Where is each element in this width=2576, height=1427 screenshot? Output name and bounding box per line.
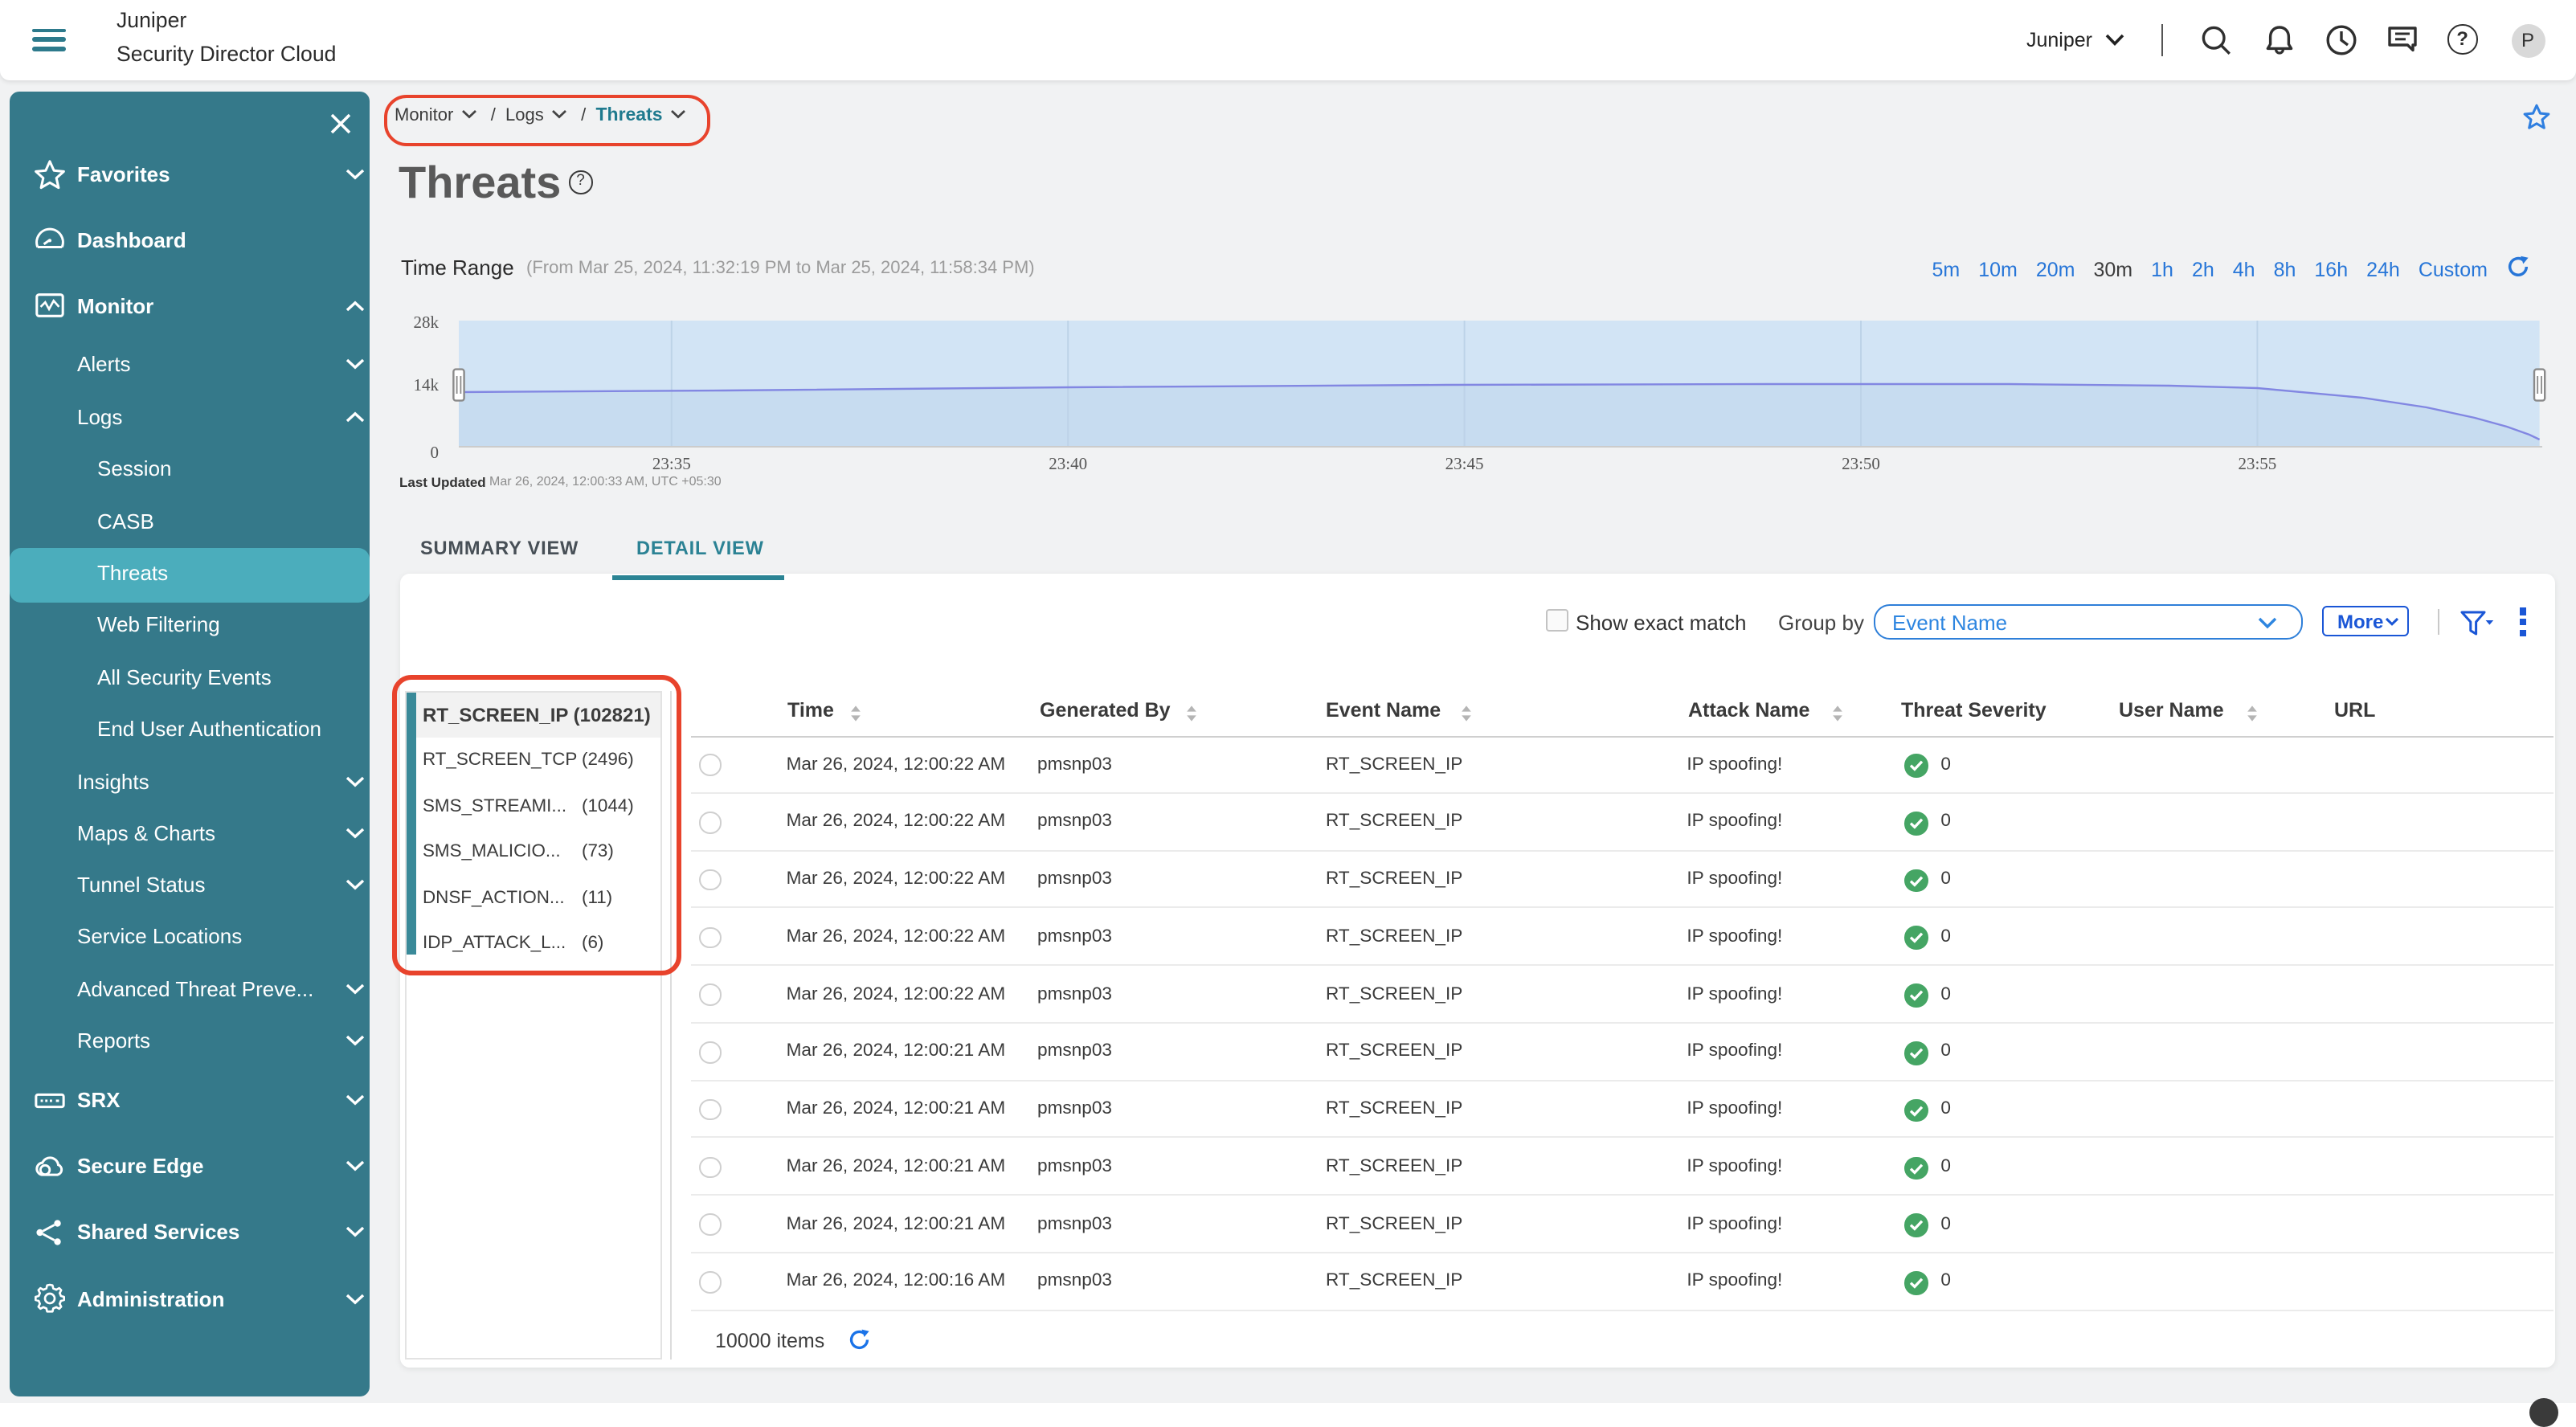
- svg-text:14k: 14k: [414, 375, 440, 395]
- svg-text:0: 0: [431, 443, 440, 462]
- svg-text:23:45: 23:45: [1445, 454, 1484, 473]
- svg-text:23:55: 23:55: [2238, 454, 2276, 473]
- svg-text:23:40: 23:40: [1049, 454, 1087, 473]
- svg-text:23:50: 23:50: [1842, 454, 1880, 473]
- svg-text:23:35: 23:35: [652, 454, 691, 473]
- svg-text:28k: 28k: [414, 313, 440, 332]
